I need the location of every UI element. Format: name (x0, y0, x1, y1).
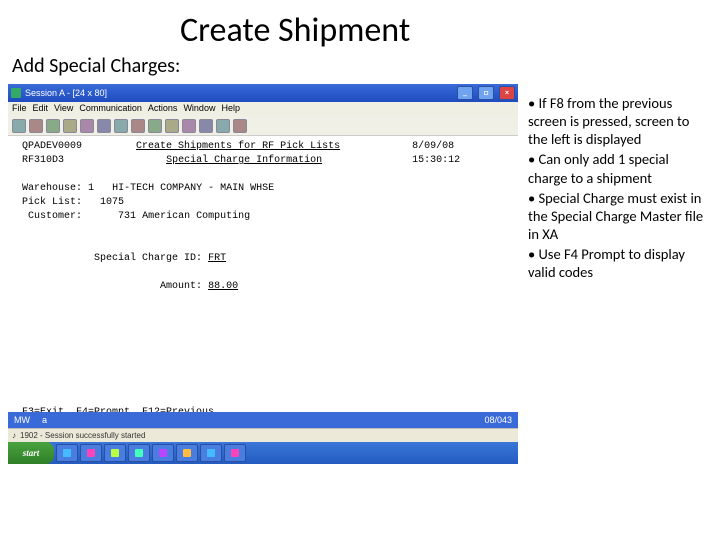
terminal-screenshot: Session A - [24 x 80] _ □ × File Edit Vi… (8, 84, 518, 464)
list-item: • Can only add 1 special charge to a shi… (528, 150, 708, 186)
status-bar: MW a 08/043 (8, 412, 518, 428)
minimize-button[interactable]: _ (457, 86, 473, 100)
toolbar-icon[interactable] (216, 119, 230, 133)
term-system: QPADEV0009 (22, 141, 82, 152)
toolbar-icon[interactable] (114, 119, 128, 133)
list-item: • Use F4 Prompt to display valid codes (528, 245, 708, 281)
notes-list: • If F8 from the previous screen is pres… (528, 94, 708, 283)
cursor-position: 08/043 (484, 415, 512, 425)
app-icon (11, 88, 21, 98)
status-left: MW (14, 415, 30, 425)
toolbar-icon[interactable] (233, 119, 247, 133)
menu-item[interactable]: Actions (148, 103, 178, 115)
picklist-value: 1075 (100, 197, 124, 208)
window-footer: ♪ 1902 - Session successfully started (8, 428, 518, 442)
connect-icon: ♪ (12, 431, 16, 440)
menu-item[interactable]: Window (183, 103, 215, 115)
menu-item[interactable]: Edit (33, 103, 49, 115)
toolbar-icon[interactable] (97, 119, 111, 133)
picklist-label: Pick List: (22, 197, 82, 208)
footer-status-text: 1902 - Session successfully started (20, 431, 145, 440)
status-indicator: a (42, 415, 47, 425)
warehouse-value: 1 (88, 183, 94, 194)
fkeys-hint: F3=Exit F4=Prompt F12=Previous (22, 407, 214, 412)
close-button[interactable]: × (499, 86, 515, 100)
term-id: RF310D3 (22, 155, 64, 166)
terminal-screen: QPADEV0009 Create Shipments for RF Pick … (8, 136, 518, 412)
taskbar-item[interactable] (56, 444, 78, 462)
amount-label: Amount: (160, 281, 202, 292)
taskbar-item[interactable] (200, 444, 222, 462)
term-date: 8/09/08 (412, 141, 454, 152)
menu-item[interactable]: Communication (79, 103, 142, 115)
warehouse-name: HI-TECH COMPANY - MAIN WHSE (112, 183, 274, 194)
slide-title: Create Shipment (180, 10, 410, 51)
list-item: • Special Charge must exist in the Speci… (528, 189, 708, 243)
list-item: • If F8 from the previous screen is pres… (528, 94, 708, 148)
term-subtitle: Special Charge Information (166, 155, 322, 166)
toolbar-icon[interactable] (165, 119, 179, 133)
taskbar-item[interactable] (224, 444, 246, 462)
charge-id-label: Special Charge ID: (94, 253, 202, 264)
menu-bar: File Edit View Communication Actions Win… (8, 102, 518, 116)
toolbar (8, 116, 518, 136)
start-button[interactable]: start (8, 442, 54, 464)
toolbar-icon[interactable] (148, 119, 162, 133)
term-time: 15:30:12 (412, 155, 460, 166)
toolbar-icon[interactable] (12, 119, 26, 133)
toolbar-icon[interactable] (80, 119, 94, 133)
taskbar-item[interactable] (128, 444, 150, 462)
toolbar-icon[interactable] (199, 119, 213, 133)
taskbar-item[interactable] (104, 444, 126, 462)
menu-item[interactable]: View (54, 103, 73, 115)
menu-item[interactable]: Help (221, 103, 240, 115)
menu-item[interactable]: File (12, 103, 27, 115)
toolbar-icon[interactable] (29, 119, 43, 133)
amount-input[interactable]: 88.00 (208, 281, 238, 292)
term-title: Create Shipments for RF Pick Lists (136, 141, 340, 152)
toolbar-icon[interactable] (63, 119, 77, 133)
taskbar-item[interactable] (176, 444, 198, 462)
taskbar-item[interactable] (152, 444, 174, 462)
window-title: Session A - [24 x 80] (25, 88, 107, 98)
taskbar-item[interactable] (80, 444, 102, 462)
customer-name: American Computing (142, 211, 250, 222)
warehouse-label: Warehouse: (22, 183, 82, 194)
toolbar-icon[interactable] (131, 119, 145, 133)
taskbar: start (8, 442, 518, 464)
maximize-button[interactable]: □ (478, 86, 494, 100)
customer-value: 731 (118, 211, 136, 222)
window-titlebar: Session A - [24 x 80] _ □ × (8, 84, 518, 102)
charge-id-input[interactable]: FRT (208, 253, 226, 264)
customer-label: Customer: (28, 211, 82, 222)
slide-subtitle: Add Special Charges: (12, 54, 180, 78)
toolbar-icon[interactable] (46, 119, 60, 133)
toolbar-icon[interactable] (182, 119, 196, 133)
